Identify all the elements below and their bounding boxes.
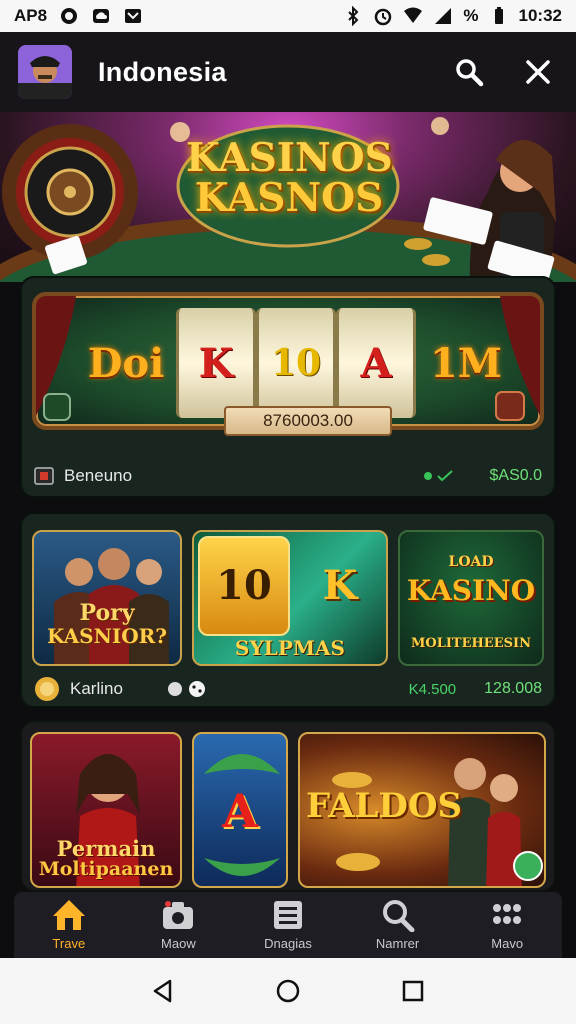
game-tile-faldos[interactable]: FALDOS	[298, 732, 546, 888]
tile-kasino-line3: MOLITEHEESIN	[411, 636, 531, 651]
battery-text: %	[463, 6, 479, 25]
row1-mid-value: K4.500	[408, 680, 457, 698]
nav-label-namrer: Namrer	[375, 936, 420, 951]
reel-1: Doi	[87, 339, 165, 387]
nav-item-namrer[interactable]: Namrer	[348, 892, 448, 958]
reel-4-symbol: A	[360, 339, 392, 387]
tile-permain-line2: Moltipaanen	[38, 858, 174, 880]
row1-footer: Karlino K4.500 128.008	[34, 676, 542, 702]
nav-item-maow[interactable]: Maow	[128, 892, 228, 958]
reel-3: 10	[256, 308, 336, 418]
status-dots-icon	[423, 470, 453, 482]
game-badge-icon	[34, 467, 54, 485]
featured-footer: Beneuno $AS0.0	[34, 466, 542, 486]
status-left-text: AP8	[14, 6, 48, 25]
jackpot-amount: 8760003.00	[224, 406, 392, 436]
battery-icon	[494, 7, 503, 24]
dice-icon	[167, 681, 205, 697]
hero-logo: KASINOS KASNOS	[186, 135, 393, 221]
nav-label-trave: Trave	[52, 936, 86, 951]
reel-5: 1M	[429, 339, 503, 387]
search-icon	[382, 900, 415, 932]
tile-pory-line1: Pory	[79, 600, 135, 626]
hero-logo-line2: KASNOS	[194, 175, 384, 221]
cloud-icon	[93, 9, 110, 23]
back-icon[interactable]	[150, 978, 176, 1004]
reel-4: A	[336, 308, 416, 418]
tile-a-letter: A	[222, 784, 258, 838]
page-title: Indonesia	[98, 56, 227, 87]
wifi-icon	[404, 7, 423, 23]
home-icon	[52, 900, 85, 930]
bluetooth-icon	[348, 6, 359, 26]
hero-banner[interactable]: KASINOS KASNOS	[0, 112, 576, 282]
tile-pory-line2: KASNIOR?	[47, 624, 167, 648]
reel-2: K	[176, 308, 256, 418]
game-tile-kasino[interactable]: LOAD KASINO MOLITEHEESIN	[398, 530, 544, 666]
recents-icon[interactable]	[400, 978, 426, 1004]
system-nav-bar	[0, 958, 576, 1024]
alarm-icon	[375, 8, 392, 26]
game-tile-permain[interactable]: Permain Moltipaanen	[30, 732, 182, 888]
tile-sylpmas-line2: K	[322, 562, 358, 609]
tile-kasino-line1: LOAD	[448, 554, 494, 570]
list-icon	[273, 901, 302, 929]
home-circle-icon[interactable]	[275, 978, 301, 1004]
nav-item-mavo[interactable]: Mavo	[457, 892, 557, 958]
user-portrait-icon	[18, 45, 72, 99]
hero-logo-line1: KASINOS	[186, 135, 393, 181]
tile-faldos-title: FALDOS	[306, 786, 463, 826]
featured-slot-card[interactable]: Doi K 10 A 1M 8760003.00 Beneuno $AS0.0	[20, 276, 556, 498]
mail-icon	[125, 9, 142, 23]
nav-item-trave[interactable]: Trave	[19, 892, 119, 958]
status-bar: AP8 % 10:32	[0, 0, 576, 32]
status-time: 10:32	[518, 6, 562, 25]
nav-label-dnagias: Dnagias	[264, 936, 312, 951]
nav-item-dnagias[interactable]: Dnagias	[238, 892, 338, 958]
nav-label-mavo: Mavo	[491, 936, 524, 951]
bottom-nav: Trave Maow Dnagias Namrer Mavo	[14, 892, 562, 958]
tile-kasino-line2: KASINO	[406, 574, 536, 607]
notification-circle-icon	[61, 8, 78, 24]
games-row-1: Pory KASNIOR? 10 K SYLPMAS LOAD KASINO M…	[20, 512, 556, 708]
nav-label-maow: Maow	[161, 936, 196, 951]
games-row-2: Permain Moltipaanen A FALDOS	[20, 720, 556, 892]
grid-icon	[493, 904, 522, 924]
app-bar: Indonesia	[0, 32, 576, 112]
game-tile-sylpmas[interactable]: 10 K SYLPMAS	[192, 530, 388, 666]
avatar[interactable]	[18, 45, 72, 99]
signal-icon	[435, 8, 452, 24]
game-tile-pory[interactable]: Pory KASNIOR?	[32, 530, 182, 666]
game-tile-a[interactable]: A	[192, 732, 288, 888]
tile-sylpmas-line1: 10	[216, 562, 272, 609]
row1-value: 128.008	[484, 680, 542, 697]
camera-icon	[163, 901, 194, 929]
row1-label: Karlino	[70, 679, 123, 698]
reel-2-symbol: K	[198, 339, 234, 387]
close-icon[interactable]	[524, 58, 552, 86]
tile-sylpmas-line3: SYLPMAS	[235, 636, 345, 660]
featured-value: $AS0.0	[489, 467, 542, 484]
search-icon[interactable]	[454, 57, 484, 87]
reel-3-symbol: 10	[270, 342, 322, 384]
featured-label: Beneuno	[64, 466, 133, 485]
coin-icon	[35, 677, 59, 701]
